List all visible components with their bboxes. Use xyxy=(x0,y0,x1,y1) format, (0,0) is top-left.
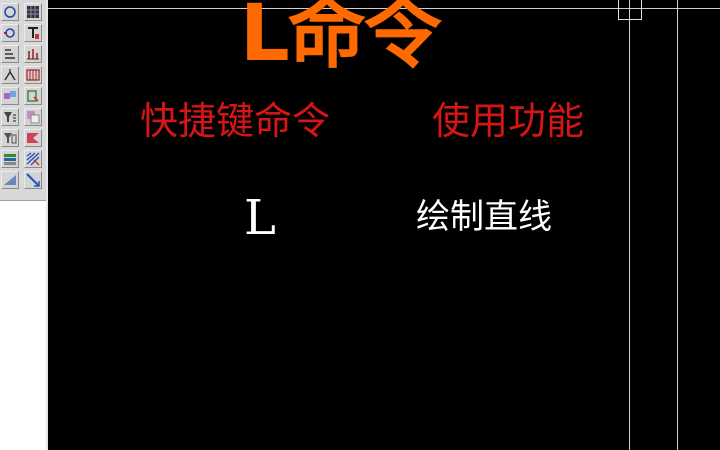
table-tool-button[interactable] xyxy=(1,129,19,147)
extend-tool-button[interactable] xyxy=(1,66,19,84)
copy-icon xyxy=(27,111,40,124)
toolbar-panel xyxy=(0,0,47,201)
viewport-border-line xyxy=(677,0,678,450)
stretch-tool-button[interactable] xyxy=(24,171,42,189)
command-function-label: 绘制直线 xyxy=(416,197,552,237)
left-toolbar xyxy=(0,0,48,450)
layer-tool-button[interactable] xyxy=(1,150,19,168)
hatch-icon xyxy=(26,152,40,166)
shortcut-column-header: 快捷键命令 xyxy=(140,99,331,143)
function-column-header: 使用功能 xyxy=(432,99,585,143)
hatch-tool-button[interactable] xyxy=(24,150,42,168)
block-icon xyxy=(4,91,16,99)
extend-icon xyxy=(4,69,16,81)
circle-icon xyxy=(4,6,16,18)
circle-tool-button[interactable] xyxy=(1,3,19,21)
arc-tool-button[interactable] xyxy=(1,24,19,42)
copy-tool-button[interactable] xyxy=(24,108,42,126)
mirror-icon xyxy=(27,133,39,143)
cursor-pickbox xyxy=(618,0,642,20)
dimension-icon xyxy=(27,49,39,60)
filter-icon xyxy=(4,112,16,122)
offset-tool-button[interactable] xyxy=(1,45,19,63)
select-tool-button[interactable] xyxy=(24,87,42,105)
toolbar-column-2 xyxy=(24,3,44,192)
dimension-tool-button[interactable] xyxy=(24,45,42,63)
array-icon xyxy=(26,69,40,81)
layer-icon xyxy=(4,154,16,165)
table-icon xyxy=(4,133,17,144)
text-style-tool-button[interactable] xyxy=(24,24,42,42)
text-style-icon xyxy=(28,27,39,39)
select-icon xyxy=(27,90,39,102)
stretch-icon xyxy=(26,173,40,187)
toolbar-column-1 xyxy=(1,3,21,192)
offset-icon xyxy=(5,49,15,59)
grid-tool-button[interactable] xyxy=(24,3,42,21)
command-shortcut-key: L xyxy=(244,190,276,246)
mirror-tool-button[interactable] xyxy=(24,129,42,147)
array-tool-button[interactable] xyxy=(24,66,42,84)
arc-icon xyxy=(4,28,15,38)
crosshair-vertical-line xyxy=(629,0,630,450)
fill-tool-button[interactable] xyxy=(1,171,19,189)
slide-title: L命令 xyxy=(240,0,442,79)
filter-tool-button[interactable] xyxy=(1,108,19,126)
drawing-canvas[interactable]: L命令 快捷键命令 使用功能 L 绘制直线 xyxy=(48,0,720,450)
block-tool-button[interactable] xyxy=(1,87,19,105)
fill-icon xyxy=(4,175,16,185)
grid-icon xyxy=(27,6,39,18)
